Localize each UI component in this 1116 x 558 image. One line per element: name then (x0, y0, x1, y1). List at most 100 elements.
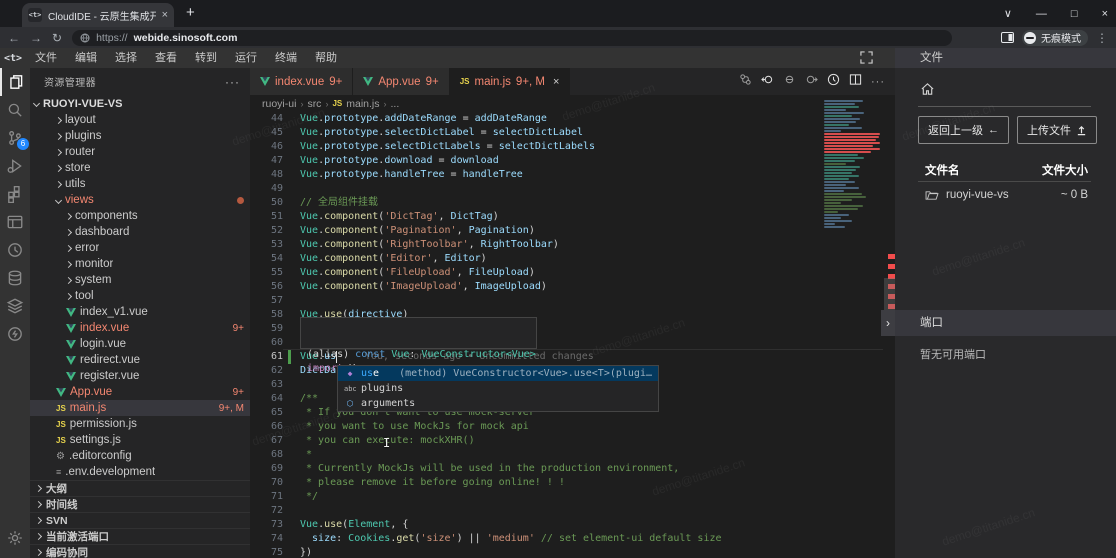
browser-tab[interactable]: <t> CloudIDE - 云原生集成开发环境 × (22, 3, 174, 27)
settings-gear-icon[interactable] (0, 524, 30, 552)
layers-icon[interactable] (0, 292, 30, 320)
tree-item-login.vue[interactable]: login.vue (30, 336, 250, 352)
back-parent-button[interactable]: 返回上一级← (918, 116, 1009, 144)
editor-tab-index.vue[interactable]: index.vue9+ (250, 68, 353, 95)
menu-编辑[interactable]: 编辑 (66, 52, 106, 64)
back-icon[interactable]: ← (8, 32, 20, 44)
code-line-49[interactable]: 49 (250, 182, 895, 196)
code-line-55[interactable]: 55Vue.component('FileUpload', FileUpload… (250, 266, 895, 280)
tree-item-views[interactable]: views (30, 192, 250, 208)
zap-icon[interactable] (0, 320, 30, 348)
tree-item-.env.development[interactable]: ≡.env.development (30, 464, 250, 480)
crumb-project[interactable]: ruoyi-ui (262, 98, 296, 110)
editor-tab-App.vue[interactable]: App.vue9+ (353, 68, 449, 95)
source-control-icon[interactable]: 6 (0, 124, 30, 152)
pane-时间线[interactable]: 时间线 (30, 496, 250, 512)
filename-column-header[interactable]: 文件名 (925, 162, 960, 178)
upload-file-button[interactable]: 上传文件 (1017, 116, 1097, 144)
code-line-56[interactable]: 56Vue.component('ImageUpload', ImageUplo… (250, 280, 895, 294)
menu-选择[interactable]: 选择 (106, 52, 146, 64)
tree-item-system[interactable]: system (30, 272, 250, 288)
tab-close-icon[interactable]: × (553, 76, 559, 88)
explorer-icon[interactable] (0, 68, 30, 96)
code-line-45[interactable]: 45Vue.prototype.selectDictLabel = select… (250, 126, 895, 140)
autocomplete-popup[interactable]: ◆use(method) VueConstructor<Vue>.use<T>(… (337, 365, 659, 412)
menu-运行[interactable]: 运行 (226, 52, 266, 64)
code-line-53[interactable]: 53Vue.component('RightToolbar', RightToo… (250, 238, 895, 252)
code-line-70[interactable]: 70 * please remove it before going onlin… (250, 476, 895, 490)
compare-changes-icon[interactable] (739, 73, 752, 91)
run-debug-icon[interactable] (0, 152, 30, 180)
cloudide-logo-icon[interactable]: <t> (0, 53, 26, 64)
navigate-previous-icon[interactable] (783, 73, 796, 91)
code-line-57[interactable]: 57 (250, 294, 895, 308)
reload-icon[interactable]: ↻ (52, 32, 62, 44)
crumb-more[interactable]: ... (391, 98, 400, 110)
tree-item-router[interactable]: router (30, 144, 250, 160)
tree-item-plugins[interactable]: plugins (30, 128, 250, 144)
minimap[interactable] (824, 100, 880, 310)
navigate-back-icon[interactable] (761, 73, 774, 91)
crumb-file[interactable]: main.js (346, 98, 379, 110)
suggest-item-plugins[interactable]: abcplugins (338, 381, 658, 396)
code-line-74[interactable]: 74 size: Cookies.get('size') || 'medium'… (250, 532, 895, 546)
code-line-66[interactable]: 66 * you want to use MockJs for mock api (250, 420, 895, 434)
code-line-73[interactable]: 73Vue.use(Element, { (250, 518, 895, 532)
file-list-row[interactable]: ruoyi-vue-vs ~ 0 B (925, 189, 1088, 201)
menu-终端[interactable]: 终端 (266, 52, 306, 64)
code-line-67[interactable]: 67 * you can execute: mockXHR() (250, 434, 895, 448)
kebab-menu-icon[interactable]: ⋮ (1096, 32, 1108, 44)
suggest-item-use[interactable]: ◆use(method) VueConstructor<Vue>.use<T>(… (338, 366, 658, 381)
ports-section-header[interactable]: 端口 (895, 310, 1116, 336)
tree-item-redirect.vue[interactable]: redirect.vue (30, 352, 250, 368)
pane-大纲[interactable]: 大纲 (30, 480, 250, 496)
tree-item-store[interactable]: store (30, 160, 250, 176)
side-panel-icon[interactable] (1001, 32, 1014, 43)
incognito-badge[interactable]: 无痕模式 (1022, 30, 1088, 46)
editor-tab-main.js[interactable]: JSmain.js9+, M× (450, 68, 571, 95)
tab-close-icon[interactable]: × (162, 9, 168, 21)
pane-SVN[interactable]: SVN (30, 512, 250, 528)
menu-转到[interactable]: 转到 (186, 52, 226, 64)
tree-item-.editorconfig[interactable]: ⚙.editorconfig (30, 448, 250, 464)
code-line-71[interactable]: 71 */ (250, 490, 895, 504)
search-icon[interactable] (0, 96, 30, 124)
code-line-69[interactable]: 69 * Currently MockJs will be used in th… (250, 462, 895, 476)
new-tab-button[interactable]: + (186, 4, 195, 21)
close-icon[interactable]: × (1102, 8, 1108, 20)
code-line-72[interactable]: 72 (250, 504, 895, 518)
maximize-icon[interactable]: □ (1071, 8, 1078, 20)
code-line-75[interactable]: 75}) (250, 546, 895, 558)
code-line-48[interactable]: 48Vue.prototype.handleTree = handleTree (250, 168, 895, 182)
more-actions-icon[interactable]: ··· (871, 76, 885, 88)
explorer-root[interactable]: RUOYI-VUE-VS (30, 95, 250, 112)
code-line-54[interactable]: 54Vue.component('Editor', Editor) (250, 252, 895, 266)
split-editor-icon[interactable] (849, 73, 862, 91)
code-line-50[interactable]: 50// 全局组件挂载 (250, 196, 895, 210)
tree-item-dashboard[interactable]: dashboard (30, 224, 250, 240)
database-icon[interactable] (0, 264, 30, 292)
pane-当前激活端口[interactable]: 当前激活端口 (30, 528, 250, 544)
tree-item-main.js[interactable]: JSmain.js9+, M (30, 400, 250, 416)
filesize-column-header[interactable]: 文件大小 (1042, 162, 1088, 178)
tree-item-register.vue[interactable]: register.vue (30, 368, 250, 384)
menu-文件[interactable]: 文件 (26, 52, 66, 64)
tree-item-settings.js[interactable]: JSsettings.js (30, 432, 250, 448)
code-line-51[interactable]: 51Vue.component('DictTag', DictTag) (250, 210, 895, 224)
tree-item-monitor[interactable]: monitor (30, 256, 250, 272)
navigate-forward-icon[interactable] (805, 73, 818, 91)
crumb-folder[interactable]: src (307, 98, 321, 110)
tree-item-layout[interactable]: layout (30, 112, 250, 128)
fullscreen-icon[interactable] (860, 51, 873, 67)
explorer-more-actions-icon[interactable]: ··· (225, 75, 240, 89)
home-icon[interactable] (920, 82, 935, 101)
code-line-44[interactable]: 44Vue.prototype.addDateRange = addDateRa… (250, 112, 895, 126)
tree-item-permission.js[interactable]: JSpermission.js (30, 416, 250, 432)
breadcrumb[interactable]: ruoyi-ui› src› JS main.js› ... (250, 95, 895, 112)
code-line-47[interactable]: 47Vue.prototype.download = download (250, 154, 895, 168)
tree-item-App.vue[interactable]: App.vue9+ (30, 384, 250, 400)
tree-item-utils[interactable]: utils (30, 176, 250, 192)
window-menu-icon[interactable]: ∨ (1004, 7, 1012, 20)
code-line-52[interactable]: 52Vue.component('Pagination', Pagination… (250, 224, 895, 238)
tree-item-tool[interactable]: tool (30, 288, 250, 304)
